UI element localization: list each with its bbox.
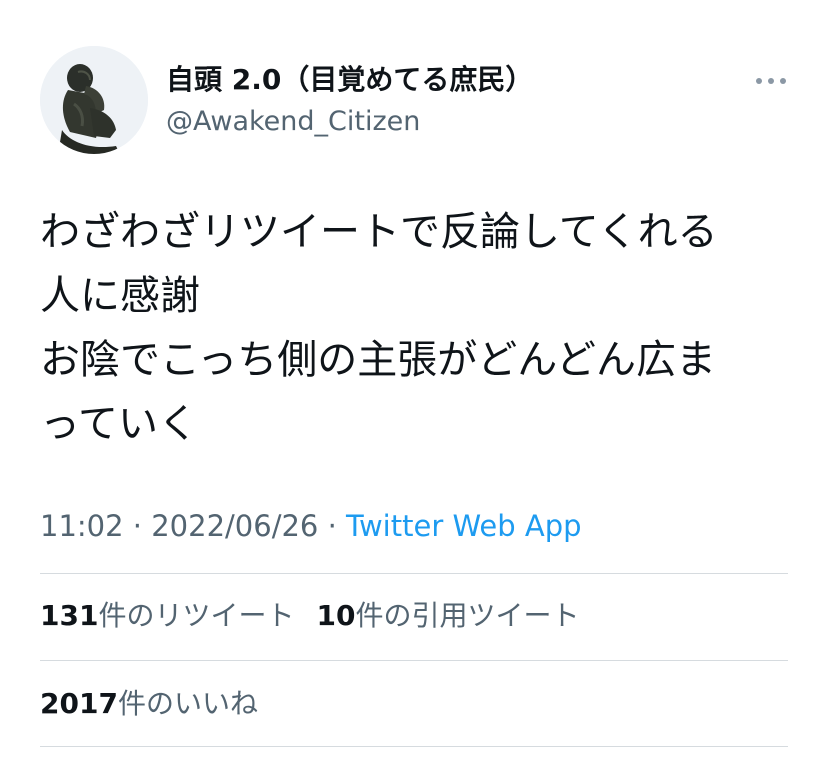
meta-separator: · xyxy=(318,509,347,543)
user-handle[interactable]: @Awakend_Citizen xyxy=(166,104,420,140)
tweet-source[interactable]: Twitter Web App xyxy=(346,509,582,543)
meta-separator: · xyxy=(123,509,152,543)
more-dot xyxy=(756,78,762,84)
tweet-text-line: お陰でこっち側の主張がどんどん広ま xyxy=(40,337,716,383)
tweet-meta: 11:02 · 2022/06/26 · Twitter Web App xyxy=(40,506,582,546)
tweet-text-line: わざわざリツイートで反論してくれる xyxy=(40,209,718,255)
divider xyxy=(40,746,788,747)
retweet-stats-row: 131件のリツイート 10件の引用ツイート xyxy=(40,596,579,636)
divider xyxy=(40,573,788,574)
quotes-count: 10 xyxy=(316,599,356,632)
quotes-link[interactable]: 10件の引用ツイート xyxy=(316,599,579,632)
retweets-count: 131 xyxy=(40,599,99,632)
likes-count: 2017 xyxy=(40,687,118,720)
likes-stats-row: 2017件のいいね xyxy=(40,684,258,724)
more-horizontal-icon[interactable] xyxy=(756,68,786,94)
thinker-statue-image xyxy=(40,46,148,154)
likes-link[interactable]: 2017件のいいね xyxy=(40,687,258,720)
divider xyxy=(40,660,788,661)
quotes-label: 件の引用ツイート xyxy=(355,599,580,632)
tweet-text: わざわざリツイートで反論してくれる 人に感謝 お陰でこっち側の主張がどんどん広ま… xyxy=(40,200,790,456)
retweets-link[interactable]: 131件のリツイート xyxy=(40,599,294,632)
more-dot xyxy=(768,78,774,84)
retweets-label: 件のリツイート xyxy=(98,599,295,632)
more-dot xyxy=(780,78,786,84)
tweet-card: 自頭 2.0（目覚めてる庶民） @Awakend_Citizen わざわざリツイ… xyxy=(0,0,828,763)
avatar[interactable] xyxy=(40,46,148,154)
tweet-date[interactable]: 2022/06/26 xyxy=(151,509,318,543)
tweet-text-line: っていく xyxy=(40,401,198,447)
tweet-time[interactable]: 11:02 xyxy=(40,509,124,543)
tweet-text-line: 人に感謝 xyxy=(40,273,200,319)
likes-label: 件のいいね xyxy=(117,687,258,720)
display-name[interactable]: 自頭 2.0（目覚めてる庶民） xyxy=(166,62,533,98)
